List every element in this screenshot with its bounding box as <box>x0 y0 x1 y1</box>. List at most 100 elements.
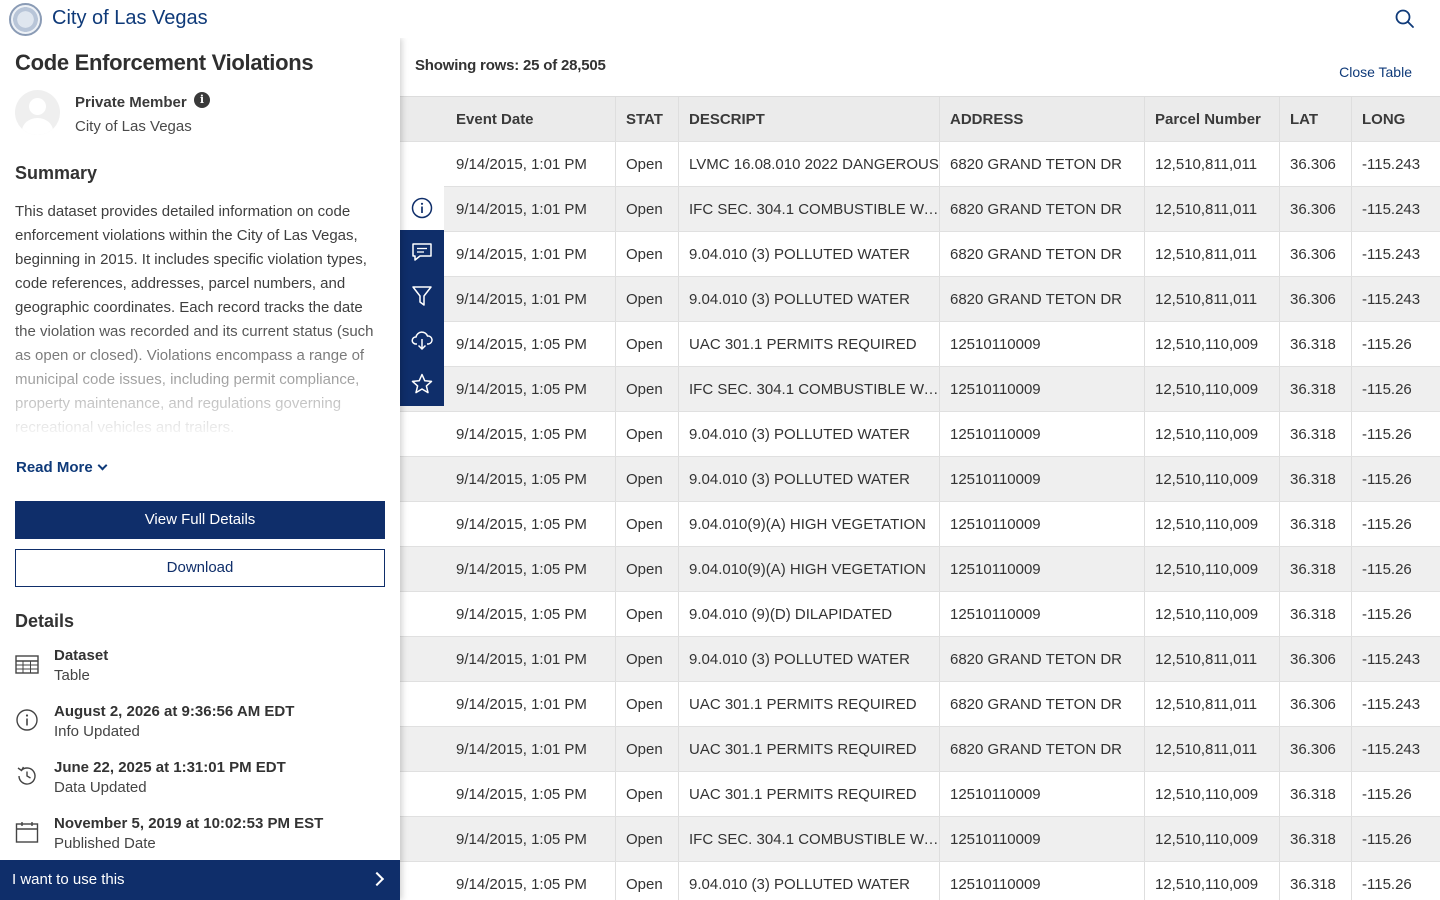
table-cell: -115.243 <box>1351 682 1440 727</box>
summary-heading: Summary <box>15 163 98 183</box>
toolbar-download-button[interactable] <box>400 318 444 362</box>
table-cell: Open <box>615 412 678 457</box>
cloud-download-icon <box>411 331 433 351</box>
table-cell: 9.04.010 (3) POLLUTED WATER <box>678 412 939 457</box>
table-cell: -115.26 <box>1351 502 1440 547</box>
table-cell: -115.243 <box>1351 727 1440 772</box>
column-header[interactable]: Parcel Number <box>1144 97 1279 142</box>
table-cell: UAC 301.1 PERMITS REQUIRED <box>678 772 939 817</box>
table-row[interactable]: 9/14/2015, 1:01 PM Open 9.04.010 (3) POLLU… <box>400 276 1440 322</box>
table-row[interactable]: 9/14/2015, 1:01 PM Open UAC 301.1 PERMITS … <box>400 726 1440 772</box>
table-row[interactable]: 9/14/2015, 1:05 PM Open 9.04.010 (9)(D) DI… <box>400 591 1440 637</box>
toolbar-filter-button[interactable] <box>400 274 444 318</box>
table-cell: 9/14/2015, 1:05 PM <box>456 426 587 443</box>
download-button[interactable]: Download <box>15 549 385 587</box>
column-header[interactable]: DESCRIPT <box>678 97 939 142</box>
info-icon <box>411 197 433 219</box>
history-icon <box>17 766 36 785</box>
table-row[interactable]: 9/14/2015, 1:01 PM Open LVMC 16.08.010 202… <box>400 141 1440 187</box>
column-header[interactable]: ADDRESS <box>939 97 1144 142</box>
table-cell: 12,510,811,011 <box>1144 232 1279 277</box>
top-bar: City of Las Vegas <box>0 0 1440 38</box>
table-cell: 12510110009 <box>939 772 1144 817</box>
table-cell: Open <box>615 277 678 322</box>
table-row[interactable]: 9/14/2015, 1:05 PM Open 9.04.010 (3) POLLU… <box>400 456 1440 502</box>
owner-name: Private Member <box>75 94 187 111</box>
detail-sub: Published Date <box>54 835 156 852</box>
table-cell: 12,510,811,011 <box>1144 142 1279 187</box>
table-row[interactable]: 9/14/2015, 1:05 PM Open UAC 301.1 PERMITS … <box>400 771 1440 817</box>
table-cell: 9/14/2015, 1:05 PM <box>456 336 587 353</box>
table-cell: 9.04.010 (3) POLLUTED WATER <box>678 457 939 502</box>
city-seal-logo[interactable] <box>9 3 42 36</box>
table-cell: Open <box>615 502 678 547</box>
table-cell: UAC 301.1 PERMITS REQUIRED <box>678 322 939 367</box>
table-cell: 36.306 <box>1279 682 1351 727</box>
close-table-link[interactable]: Close Table <box>1339 64 1412 80</box>
table-cell: Open <box>615 772 678 817</box>
table-cell: 36.306 <box>1279 232 1351 277</box>
table-cell: 9.04.010 (3) POLLUTED WATER <box>678 277 939 322</box>
table-cell: 36.318 <box>1279 502 1351 547</box>
detail-published-date: November 5, 2019 at 10:02:53 PM EST Publ… <box>15 815 385 859</box>
table-cell: 36.318 <box>1279 322 1351 367</box>
data-table: Event Date STAT DESCRIPT ADDRESS Parcel … <box>400 96 1440 900</box>
table-row[interactable]: 9/14/2015, 1:01 PM Open UAC 301.1 PERMITS … <box>400 681 1440 727</box>
toolbar-comments-button[interactable] <box>400 230 444 274</box>
view-full-details-button[interactable]: View Full Details <box>15 501 385 539</box>
table-cell: 9/14/2015, 1:05 PM <box>456 606 587 623</box>
table-body: 9/14/2015, 1:01 PM Open LVMC 16.08.010 202… <box>400 141 1440 900</box>
table-cell: 12,510,811,011 <box>1144 187 1279 232</box>
column-header[interactable]: STAT <box>615 97 678 142</box>
column-header[interactable]: Event Date <box>446 97 615 142</box>
table-row[interactable]: 9/14/2015, 1:01 PM Open 9.04.010 (3) POLLU… <box>400 636 1440 682</box>
detail-main: August 2, 2026 at 9:36:56 AM EDT <box>54 703 295 720</box>
table-cell: 12,510,110,009 <box>1144 322 1279 367</box>
table-row[interactable]: 9/14/2015, 1:05 PM Open IFC SEC. 304.1 COM… <box>400 816 1440 862</box>
table-row[interactable]: 9/14/2015, 1:05 PM Open IFC SEC. 304.1 COM… <box>400 366 1440 412</box>
read-more-link[interactable]: Read More <box>16 459 108 476</box>
table-row[interactable]: 9/14/2015, 1:01 PM Open 9.04.010 (3) POLLU… <box>400 231 1440 277</box>
table-cell: 9.04.010 (3) POLLUTED WATER <box>678 232 939 277</box>
table-row[interactable]: 9/14/2015, 1:01 PM Open IFC SEC. 304.1 COM… <box>400 186 1440 232</box>
toolbar-info-button[interactable] <box>400 186 444 230</box>
owner-info-icon[interactable]: i <box>194 92 210 108</box>
dataset-info-panel: Code Enforcement Violations Private Memb… <box>0 38 400 900</box>
table-cell: UAC 301.1 PERMITS REQUIRED <box>678 682 939 727</box>
table-cell: 6820 GRAND TETON DR <box>939 187 1144 232</box>
table-cell: Open <box>615 232 678 277</box>
table-cell: 6820 GRAND TETON DR <box>939 277 1144 322</box>
table-cell: 36.318 <box>1279 457 1351 502</box>
table-cell: 12510110009 <box>939 322 1144 367</box>
search-icon[interactable] <box>1394 8 1416 30</box>
detail-data-updated: June 22, 2025 at 1:31:01 PM EDT Data Upd… <box>15 759 385 803</box>
table-cell: 12510110009 <box>939 547 1144 592</box>
owner-avatar <box>15 90 60 135</box>
table-row[interactable]: 9/14/2015, 1:05 PM Open 9.04.010(9)(A) HIG… <box>400 501 1440 547</box>
table-cell: Open <box>615 322 678 367</box>
table-cell: 12510110009 <box>939 817 1144 862</box>
column-header[interactable]: LAT <box>1279 97 1351 142</box>
filter-icon <box>412 286 432 306</box>
table-cell: Open <box>615 862 678 900</box>
org-name[interactable]: City of Las Vegas <box>52 7 208 30</box>
table-cell: 6820 GRAND TETON DR <box>939 232 1144 277</box>
table-cell: -115.243 <box>1351 637 1440 682</box>
column-header[interactable]: LONG <box>1351 97 1440 142</box>
details-heading: Details <box>15 611 75 631</box>
table-cell: 6820 GRAND TETON DR <box>939 682 1144 727</box>
calendar-icon <box>15 822 39 843</box>
toolbar-favorite-button[interactable] <box>400 362 444 406</box>
table-cell: 12,510,811,011 <box>1144 637 1279 682</box>
table-cell: Open <box>615 592 678 637</box>
table-cell: LVMC 16.08.010 2022 DANGEROUS <box>678 142 939 187</box>
table-row[interactable]: 9/14/2015, 1:05 PM Open 9.04.010 (3) POLLU… <box>400 861 1440 900</box>
table-row[interactable]: 9/14/2015, 1:05 PM Open 9.04.010 (3) POLLU… <box>400 411 1440 457</box>
table-cell: IFC SEC. 304.1 COMBUSTIBLE WASTE <box>678 817 939 862</box>
detail-sub: Data Updated <box>54 779 147 796</box>
table-row[interactable]: 9/14/2015, 1:05 PM Open UAC 301.1 PERMITS … <box>400 321 1440 367</box>
detail-sub: Info Updated <box>54 723 140 740</box>
table-cell: 9.04.010(9)(A) HIGH VEGETATION <box>678 547 939 592</box>
table-row[interactable]: 9/14/2015, 1:05 PM Open 9.04.010(9)(A) HIG… <box>400 546 1440 592</box>
i-want-to-use-this-button[interactable]: I want to use this <box>0 860 400 900</box>
